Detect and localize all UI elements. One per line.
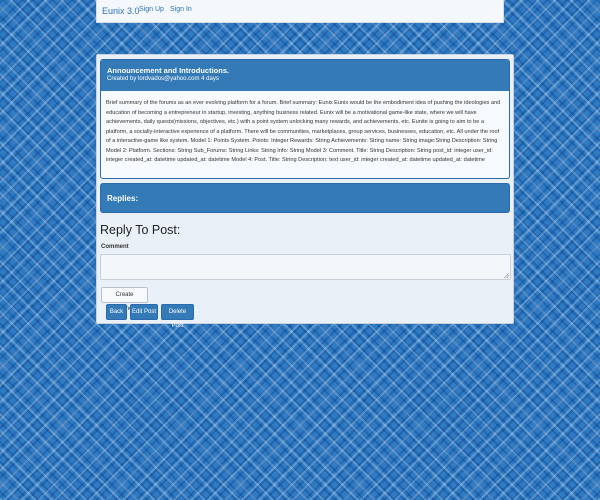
top-navbar: Eunix 3.0 Sign Up Sign In	[96, 0, 504, 23]
delete-post-button[interactable]: Delete Post	[161, 304, 194, 329]
sign-in-link[interactable]: Sign In	[170, 6, 192, 13]
edit-post-button[interactable]: Edit Post	[130, 304, 158, 320]
post-meta: Created by lordvados@yahoo.com 4 days	[107, 76, 219, 82]
reply-heading: Reply To Post:	[100, 223, 181, 237]
back-button[interactable]: Back	[106, 304, 127, 320]
comment-textarea[interactable]	[100, 254, 511, 280]
post-title: Announcement and Introductions.	[107, 66, 230, 75]
comment-label: Comment	[101, 244, 129, 250]
replies-panel: Replies:	[100, 183, 510, 213]
main-container: Announcement and Introductions. Created …	[96, 54, 514, 329]
post-body: Brief summary of the forums as an ever e…	[106, 100, 501, 163]
resize-grip-icon[interactable]	[504, 273, 509, 278]
create-comment-button[interactable]: Create Comment	[101, 287, 148, 312]
replies-heading: Replies:	[107, 194, 139, 203]
post-panel: Announcement and Introductions. Created …	[100, 59, 510, 179]
brand-link[interactable]: Eunix 3.0	[102, 6, 140, 16]
post-heading: Announcement and Introductions. Created …	[101, 60, 509, 91]
sign-up-link[interactable]: Sign Up	[139, 6, 164, 13]
